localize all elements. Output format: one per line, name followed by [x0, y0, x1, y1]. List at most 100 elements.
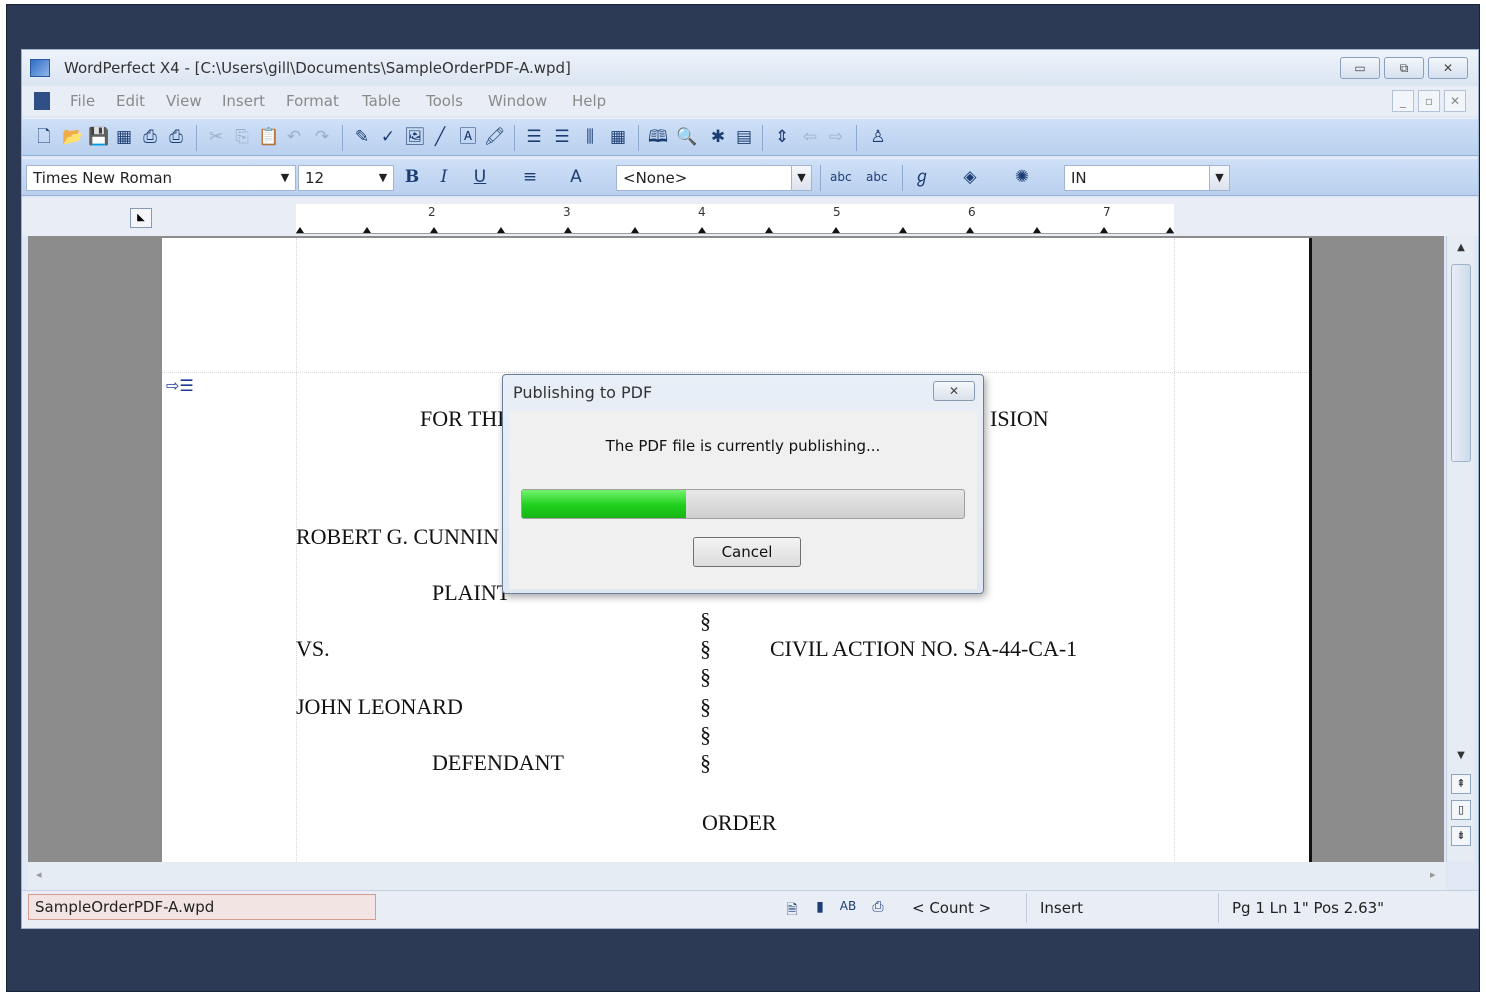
image-icon[interactable]: 🖼 — [404, 127, 426, 147]
tab-stop[interactable] — [564, 227, 572, 233]
restore-button[interactable]: ⧉ — [1384, 57, 1424, 79]
tab-stop[interactable] — [899, 227, 907, 233]
menu-view[interactable]: View — [166, 92, 202, 110]
ruler[interactable]: 2 3 4 5 6 7 — [296, 204, 1174, 234]
publish-pdf-icon[interactable]: ▦ — [114, 127, 134, 147]
scroll-thumb[interactable] — [1451, 264, 1471, 462]
doc-minimize-button[interactable]: _ — [1392, 90, 1414, 112]
cancel-button[interactable]: Cancel — [693, 537, 801, 567]
document-stats-icon[interactable]: 🗎 — [782, 899, 802, 918]
status-position[interactable]: Pg 1 Ln 1" Pos 2.63" — [1232, 899, 1384, 917]
status-filename[interactable]: SampleOrderPDF-A.wpd — [28, 894, 376, 920]
tab-stop[interactable] — [1100, 227, 1108, 233]
bold-icon[interactable]: B — [402, 167, 422, 187]
textbox-icon[interactable]: 🄰 — [458, 127, 478, 147]
save-icon[interactable]: 💾 — [88, 127, 109, 147]
print-preview-icon[interactable]: ⎙ — [140, 127, 160, 147]
paragraph-marker-icon[interactable]: ⇨☰ — [166, 376, 194, 395]
paste-icon[interactable]: 📋 — [258, 127, 279, 147]
font-face-dropdown[interactable]: Times New Roman ▼ — [26, 165, 296, 191]
print-icon[interactable]: ⎙ — [166, 127, 186, 147]
columns-icon[interactable]: ⫼ — [580, 127, 600, 147]
open-folder-icon[interactable]: 📂 — [62, 127, 83, 147]
menu-window[interactable]: Window — [488, 92, 547, 110]
tab-stop[interactable] — [1033, 227, 1041, 233]
font-size-dropdown[interactable]: 12 ▼ — [298, 165, 394, 191]
status-insert-mode[interactable]: Insert — [1040, 899, 1083, 917]
effects-icon[interactable]: ✺ — [1012, 167, 1032, 187]
menu-table[interactable]: Table — [362, 92, 401, 110]
menu-tools[interactable]: Tools — [426, 92, 463, 110]
chevron-down-icon[interactable]: ▼ — [1209, 166, 1229, 190]
reveal-codes-icon[interactable]: ▮ — [810, 899, 830, 917]
minimize-button[interactable]: ▭ — [1340, 57, 1380, 79]
tab-stop[interactable] — [966, 227, 974, 233]
tab-stop[interactable] — [631, 227, 639, 233]
menu-format[interactable]: Format — [286, 92, 339, 110]
scroll-down-icon[interactable]: ▼ — [1451, 750, 1471, 761]
tab-stop[interactable] — [497, 227, 505, 233]
doc-close-button[interactable]: ✕ — [1444, 90, 1466, 112]
highlight-icon[interactable]: 🖍 — [484, 127, 506, 147]
menu-insert[interactable]: Insert — [222, 92, 265, 110]
chevron-down-icon[interactable]: ▼ — [373, 166, 393, 190]
units-dropdown[interactable]: IN ▼ — [1064, 165, 1230, 191]
tab-stop[interactable] — [832, 227, 840, 233]
tab-stop[interactable] — [1166, 227, 1174, 233]
format-icon[interactable]: ℊ — [912, 167, 932, 187]
chevron-down-icon[interactable]: ▼ — [275, 166, 295, 190]
tab-stop[interactable] — [363, 227, 371, 233]
chevron-down-icon[interactable]: ▼ — [791, 166, 811, 190]
copy-icon[interactable]: ⎘ — [232, 127, 252, 147]
numbering-icon[interactable]: ☰ — [524, 127, 544, 147]
undo-icon[interactable]: ↶ — [284, 127, 304, 147]
new-document-icon[interactable]: 🗋 — [34, 127, 54, 147]
grammar-icon[interactable]: ✓ — [378, 127, 398, 147]
menu-help[interactable]: Help — [572, 92, 606, 110]
perfect-expert-icon[interactable]: ♙ — [868, 127, 888, 147]
dialog-close-button[interactable]: ✕ — [933, 381, 975, 401]
tab-stop[interactable] — [698, 227, 706, 233]
menu-file[interactable]: File — [70, 92, 95, 110]
page-browse-icon[interactable]: ▯ — [1451, 800, 1471, 820]
tab-stop[interactable] — [430, 227, 438, 233]
document-icon[interactable] — [34, 92, 50, 110]
italic-icon[interactable]: I — [434, 167, 454, 187]
justify-icon[interactable]: ≡ — [520, 167, 540, 187]
close-button[interactable]: ✕ — [1428, 57, 1468, 79]
cut-icon[interactable]: ✂ — [206, 127, 226, 147]
underline-icon[interactable]: U — [470, 167, 490, 187]
scroll-right-icon[interactable]: ▸ — [1430, 868, 1436, 881]
previous-page-icon[interactable]: ⇞ — [1451, 774, 1471, 794]
redo-icon[interactable]: ↷ — [312, 127, 332, 147]
zoom-icon[interactable]: 🔍 — [676, 127, 697, 147]
scroll-left-icon[interactable]: ◂ — [36, 868, 42, 881]
grammar-abc-icon[interactable]: abc — [866, 167, 888, 187]
spellcheck-abc-icon[interactable]: abc — [830, 167, 852, 187]
spell-check-icon[interactable]: ✎ — [352, 127, 372, 147]
fill-icon[interactable]: ◈ — [960, 167, 980, 187]
tab-stop[interactable] — [765, 227, 773, 233]
symbols-icon[interactable]: ✱ — [708, 127, 728, 147]
next-page-icon[interactable]: ⇟ — [1451, 826, 1471, 846]
scroll-up-icon[interactable]: ▲ — [1451, 242, 1471, 253]
bullets-icon[interactable]: ☰ — [552, 127, 572, 147]
doc-restore-button[interactable]: ▫ — [1418, 90, 1440, 112]
menu-edit[interactable]: Edit — [116, 92, 145, 110]
reference-icon[interactable]: 🕮 — [648, 127, 668, 147]
back-icon[interactable]: ⇦ — [800, 127, 820, 147]
ruler-options-button[interactable]: ◣ — [130, 208, 152, 228]
status-count[interactable]: < Count > — [912, 899, 991, 917]
caps-icon[interactable]: AB — [838, 899, 858, 917]
horizontal-scrollbar[interactable]: ◂ ▸ — [28, 862, 1446, 890]
table-icon[interactable]: ▦ — [608, 127, 628, 147]
style-dropdown[interactable]: <None> ▼ — [616, 165, 812, 191]
forward-icon[interactable]: ⇨ — [826, 127, 846, 147]
vertical-scrollbar[interactable]: ▲ ▼ ⇞ ▯ ⇟ — [1446, 236, 1474, 862]
calendar-icon[interactable]: ▤ — [734, 127, 754, 147]
navigator-icon[interactable]: ⇕ — [772, 127, 792, 147]
line-icon[interactable]: ╱ — [430, 127, 450, 147]
tab-stop[interactable] — [296, 227, 304, 233]
font-color-icon[interactable]: A — [566, 167, 586, 187]
printer-icon[interactable]: ⎙ — [868, 899, 888, 917]
